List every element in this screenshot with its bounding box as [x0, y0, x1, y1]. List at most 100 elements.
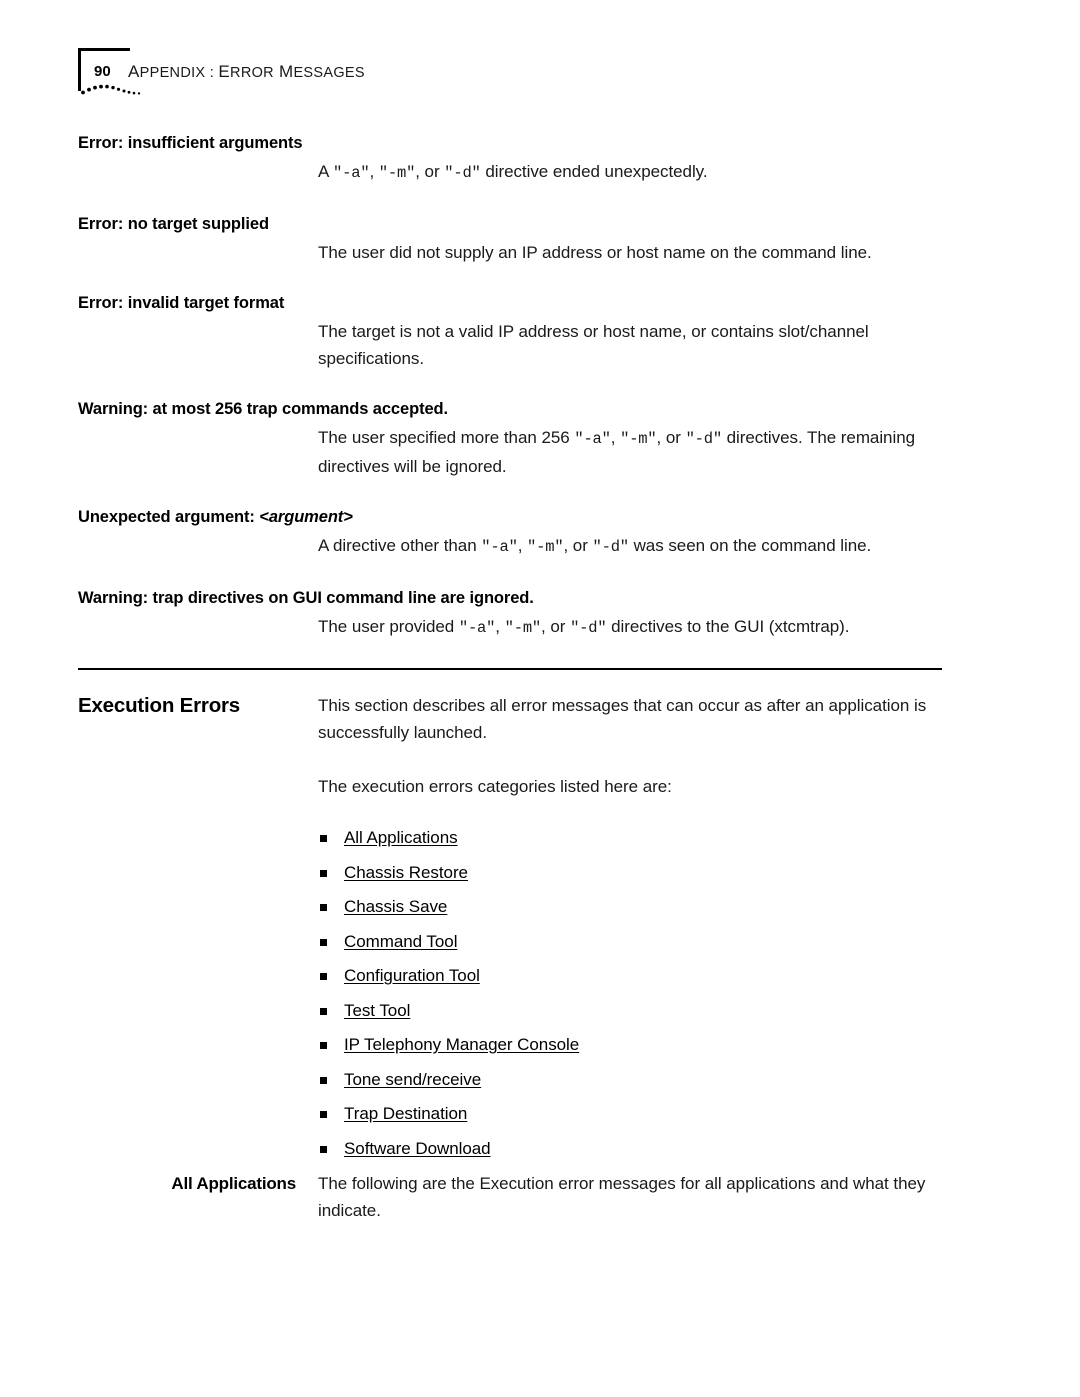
- execution-errors-body: This section describes all error message…: [318, 692, 942, 1162]
- document-page: 90 APPENDIX : ERROR MESSAGES Error: insu…: [0, 0, 1080, 1397]
- section-divider: [78, 668, 942, 670]
- def-text: directives to the GUI (xtcmtrap).: [606, 617, 850, 636]
- list-item[interactable]: Configuration Tool: [318, 962, 942, 989]
- square-bullet-icon: [320, 835, 327, 842]
- error-definition: A "-a", "-m", or "-d" directive ended un…: [318, 158, 942, 187]
- def-text: , or: [563, 536, 593, 555]
- error-entry: Error: invalid target format The target …: [78, 292, 942, 372]
- def-text: The user specified more than 256: [318, 428, 575, 447]
- error-term: Error: insufficient arguments: [78, 134, 303, 152]
- link-command-tool[interactable]: Command Tool: [344, 932, 457, 951]
- link-configuration-tool[interactable]: Configuration Tool: [344, 966, 480, 985]
- square-bullet-icon: [320, 938, 327, 946]
- all-applications-body: The following are the Execution error me…: [318, 1170, 942, 1224]
- def-text: , or: [415, 162, 445, 181]
- link-ip-telephony-manager-console[interactable]: IP Telephony Manager Console: [344, 1035, 579, 1054]
- header-title-error: RROR: [230, 65, 274, 81]
- link-trap-destination[interactable]: Trap Destination: [344, 1104, 467, 1123]
- link-chassis-save[interactable]: Chassis Save: [344, 897, 447, 916]
- error-definition: The user provided "-a", "-m", or "-d" di…: [318, 613, 942, 642]
- def-text: The user provided: [318, 617, 459, 636]
- header-title-cap-a: A: [128, 62, 140, 81]
- error-term-prefix: Unexpected argument:: [78, 508, 260, 526]
- execution-errors-paragraph-1: This section describes all error message…: [318, 696, 927, 742]
- execution-errors-paragraph-2: The execution errors categories listed h…: [318, 777, 672, 796]
- square-bullet-icon: [320, 1042, 327, 1049]
- directive-code: "-m": [504, 619, 542, 637]
- link-test-tool[interactable]: Test Tool: [344, 1001, 410, 1020]
- error-definition: The user did not supply an IP address or…: [318, 243, 872, 262]
- def-text: , or: [656, 428, 686, 447]
- header-title: APPENDIX : ERROR MESSAGES: [128, 63, 365, 82]
- error-entry: Unexpected argument: <argument> A direct…: [78, 506, 942, 561]
- document-body: Error: insufficient arguments A "-a", "-…: [78, 132, 942, 1224]
- error-entry: Error: no target supplied The user did n…: [78, 213, 942, 266]
- error-term: Error: invalid target format: [78, 294, 285, 312]
- error-entry: Error: insufficient arguments A "-a", "-…: [78, 132, 942, 187]
- header-title-cap-m: M: [273, 62, 294, 81]
- error-definition: A directive other than "-a", "-m", or "-…: [318, 532, 942, 561]
- list-item[interactable]: Chassis Save: [318, 893, 942, 920]
- header-title-cap-e: E: [218, 62, 231, 81]
- directive-code: "-a": [458, 619, 496, 637]
- error-definition: The user specified more than 256 "-a", "…: [318, 424, 942, 480]
- error-term: Unexpected argument: <argument>: [78, 506, 942, 528]
- list-item[interactable]: All Applications: [318, 824, 942, 851]
- link-all-applications[interactable]: All Applications: [344, 828, 458, 847]
- header-title-separator: :: [205, 65, 219, 81]
- square-bullet-icon: [320, 1007, 327, 1015]
- directive-code: "-m": [527, 538, 564, 556]
- list-item[interactable]: Chassis Restore: [318, 859, 942, 886]
- execution-errors-link-list: All Applications Chassis Restore Chassis…: [318, 824, 942, 1162]
- page-number: 90: [94, 63, 111, 80]
- error-term: Warning: trap directives on GUI command …: [78, 589, 534, 607]
- list-item[interactable]: IP Telephony Manager Console: [318, 1031, 942, 1058]
- list-item[interactable]: Software Download: [318, 1135, 942, 1162]
- error-term: Warning: at most 256 trap commands accep…: [78, 400, 449, 418]
- link-software-download[interactable]: Software Download: [344, 1139, 491, 1158]
- def-text: was seen on the command line.: [628, 536, 872, 555]
- error-definition: The target is not a valid IP address or …: [318, 322, 869, 368]
- directive-code: "-a": [574, 430, 611, 448]
- list-item[interactable]: Command Tool: [318, 928, 942, 955]
- link-tone-send-receive[interactable]: Tone send/receive: [344, 1070, 481, 1089]
- error-entry: Warning: at most 256 trap commands accep…: [78, 398, 942, 480]
- directive-code: "-m": [620, 430, 657, 448]
- link-chassis-restore[interactable]: Chassis Restore: [344, 863, 468, 882]
- def-text: directive ended unexpectedly.: [480, 162, 708, 181]
- def-text: ,: [495, 617, 505, 636]
- header-title-appendix: PPENDIX: [139, 65, 206, 81]
- execution-errors-heading: Execution Errors: [78, 694, 240, 717]
- error-term-argument-placeholder: <argument>: [259, 508, 353, 526]
- list-item[interactable]: Tone send/receive: [318, 1066, 942, 1093]
- list-item[interactable]: Test Tool: [318, 997, 942, 1024]
- square-bullet-icon: [320, 973, 327, 980]
- dotted-arc-decoration-icon: [81, 84, 141, 95]
- directive-code: "-d": [570, 619, 607, 637]
- execution-errors-section: Execution Errors This section describes …: [78, 692, 942, 1162]
- square-bullet-icon: [320, 1076, 327, 1084]
- directive-code: "-m": [378, 164, 416, 182]
- def-text: ,: [610, 428, 621, 447]
- header-corner-top-rule: [78, 48, 130, 51]
- all-applications-heading: All Applications: [171, 1173, 296, 1193]
- square-bullet-icon: [320, 869, 327, 877]
- error-entry: Warning: trap directives on GUI command …: [78, 587, 942, 642]
- directive-code: "-d": [685, 430, 723, 448]
- def-text: , or: [541, 617, 571, 636]
- directive-code: "-d": [592, 538, 630, 556]
- all-applications-paragraph: The following are the Execution error me…: [318, 1173, 926, 1220]
- header-title-messages: ESSAGES: [293, 65, 365, 81]
- directive-code: "-d": [444, 164, 481, 182]
- def-text: ,: [369, 162, 379, 181]
- running-header: 90 APPENDIX : ERROR MESSAGES: [78, 48, 948, 108]
- all-applications-section: All Applications The following are the E…: [78, 1170, 942, 1224]
- square-bullet-icon: [320, 1111, 327, 1118]
- def-text: A: [318, 162, 334, 181]
- directive-code: "-a": [481, 538, 518, 556]
- def-text: A directive other than: [318, 536, 482, 555]
- def-text: ,: [517, 536, 528, 555]
- error-term: Error: no target supplied: [78, 215, 269, 233]
- directive-code: "-a": [333, 164, 370, 182]
- list-item[interactable]: Trap Destination: [318, 1100, 942, 1127]
